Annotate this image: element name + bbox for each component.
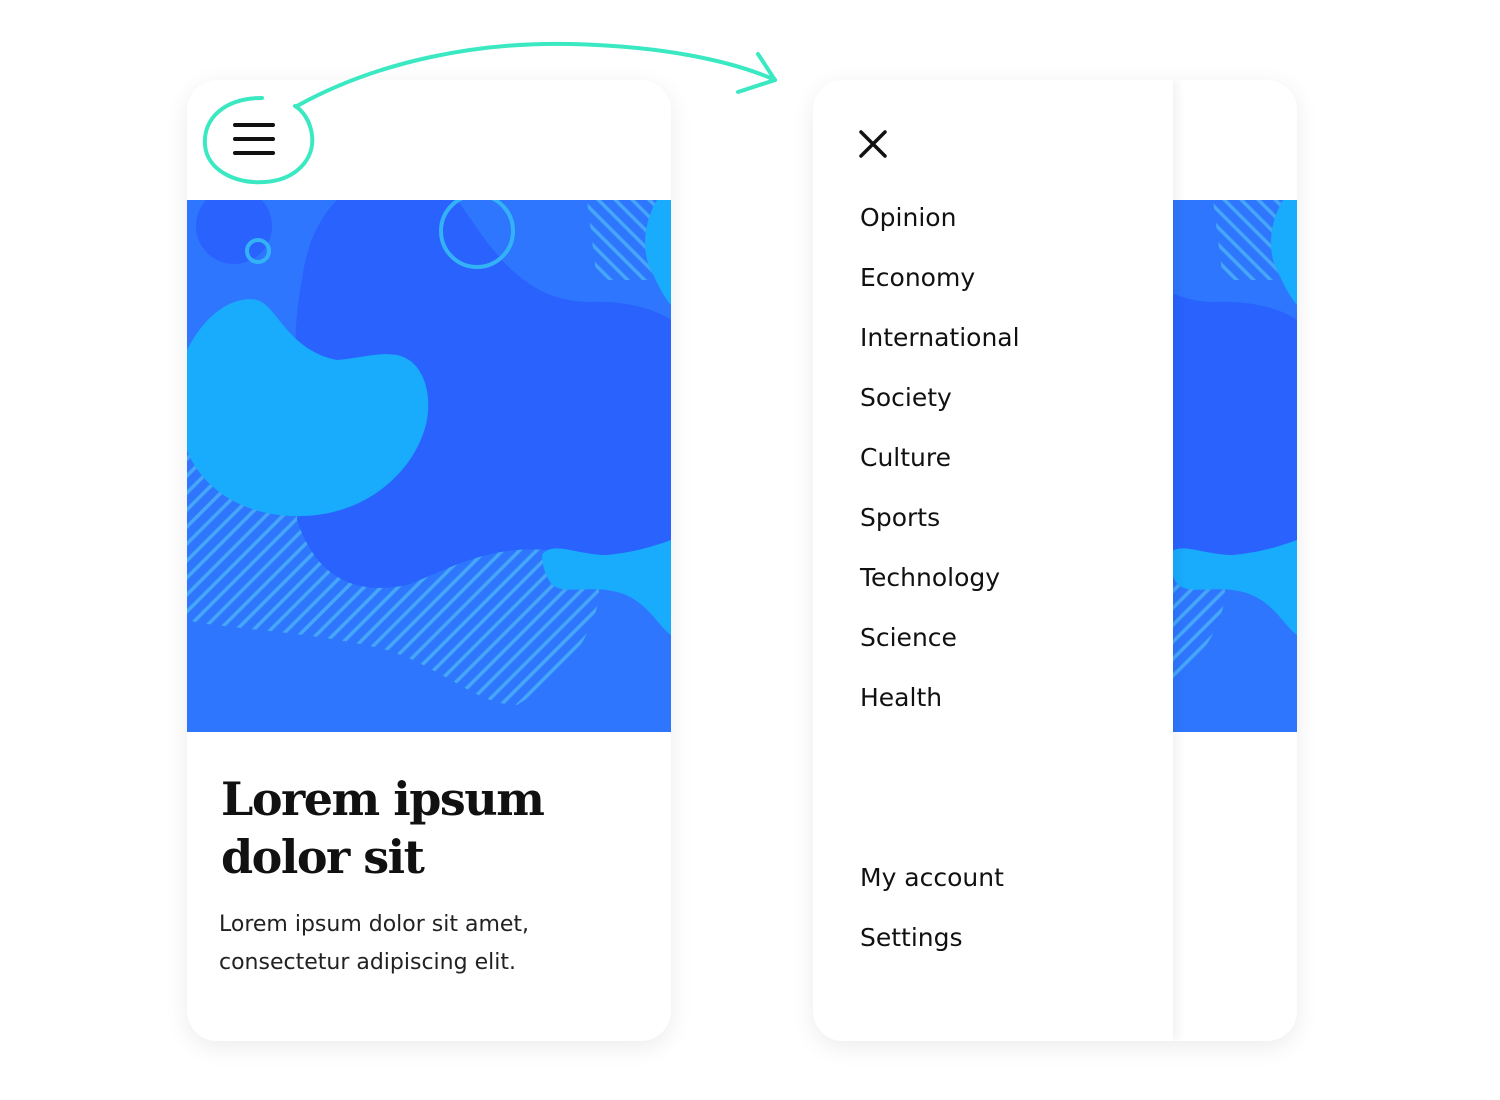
menu-item-society[interactable]: Society	[860, 378, 1020, 438]
menu-item-international[interactable]: International	[860, 318, 1020, 378]
menu-item-sports[interactable]: Sports	[860, 498, 1020, 558]
menu-item-opinion[interactable]: Opinion	[860, 198, 1020, 258]
menu-item-culture[interactable]: Culture	[860, 438, 1020, 498]
mobile-screen-menu-open: Opinion Economy International Society Cu…	[813, 80, 1297, 1041]
hero-image	[187, 200, 671, 732]
menu-item-economy[interactable]: Economy	[860, 258, 1020, 318]
account-menu: My account Settings	[860, 858, 1004, 978]
article-description: Lorem ipsum dolor sit amet, consectetur …	[219, 912, 530, 975]
mobile-screen-closed: Lorem ipsum dolor sit Lorem ipsum dolor …	[187, 80, 671, 1041]
hamburger-icon[interactable]	[233, 123, 275, 155]
menu-item-my-account[interactable]: My account	[860, 858, 1004, 918]
menu-item-science[interactable]: Science	[860, 618, 1020, 678]
hero-image-partial	[1173, 200, 1297, 732]
menu-item-health[interactable]: Health	[860, 678, 1020, 738]
menu-item-technology[interactable]: Technology	[860, 558, 1020, 618]
menu-item-settings[interactable]: Settings	[860, 918, 1004, 978]
section-menu: Opinion Economy International Society Cu…	[860, 198, 1020, 738]
article-title: Lorem ipsum dolor sit	[221, 772, 545, 884]
close-icon[interactable]	[857, 128, 889, 160]
navigation-drawer: Opinion Economy International Society Cu…	[813, 80, 1173, 1041]
